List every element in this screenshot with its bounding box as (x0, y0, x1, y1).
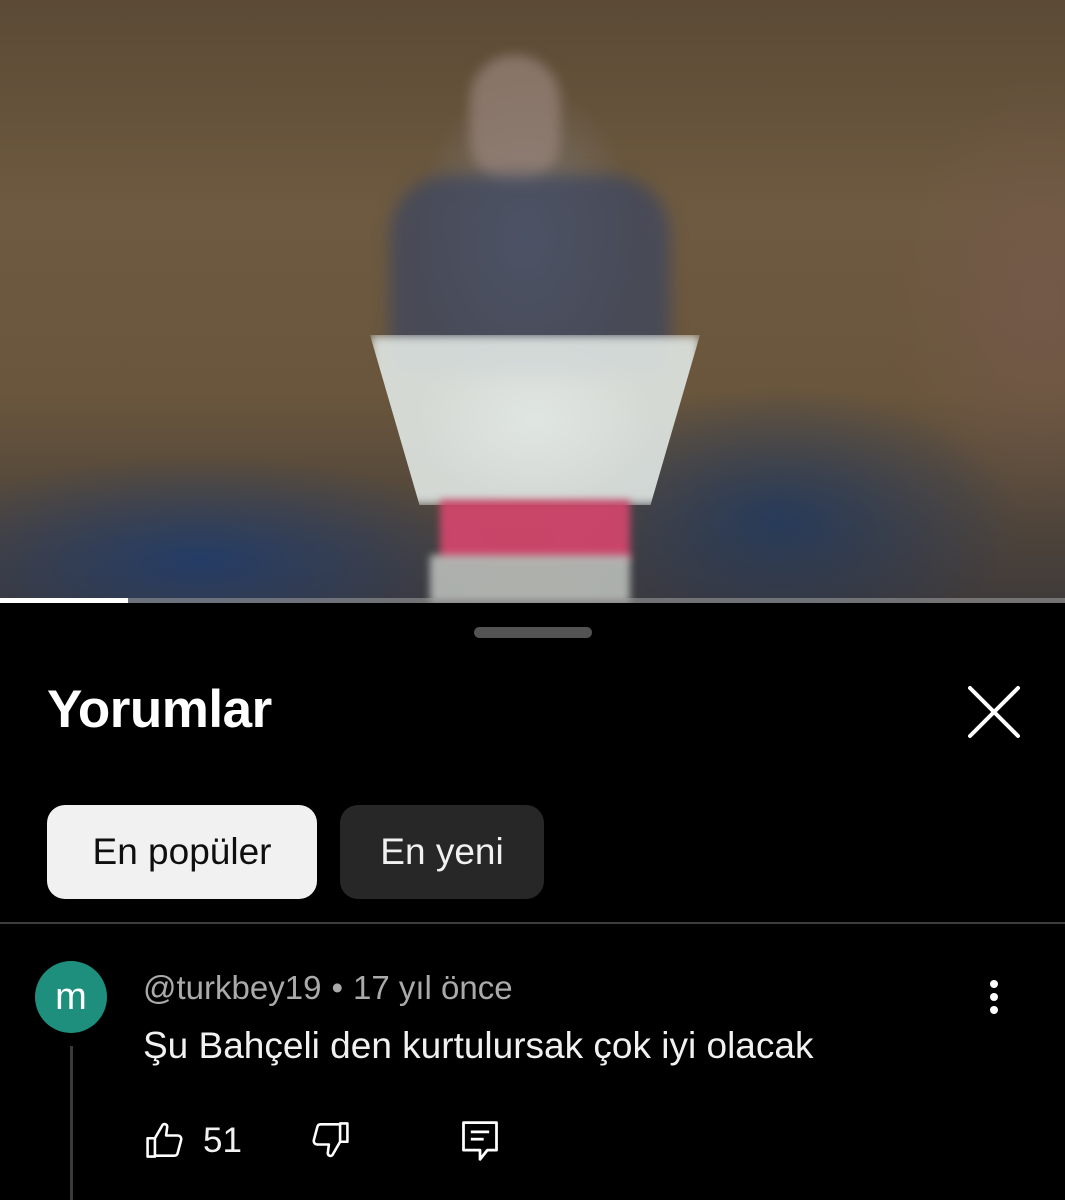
meta-separator: • (331, 969, 343, 1006)
close-button[interactable] (960, 678, 1028, 746)
more-vertical-icon (990, 980, 998, 1014)
video-progress-bar[interactable] (0, 598, 1065, 603)
like-button[interactable]: 51 (143, 1117, 243, 1165)
sheet-drag-handle[interactable] (474, 627, 592, 638)
comment-more-button[interactable] (975, 975, 1013, 1019)
close-icon (968, 686, 1020, 738)
sort-chip-newest[interactable]: En yeni (340, 805, 544, 899)
sort-chip-label: En yeni (380, 831, 504, 872)
video-frame-lectern (370, 335, 700, 505)
comment-text: Şu Bahçeli den kurtulursak çok iyi olaca… (143, 1025, 814, 1066)
comment-meta: @turkbey19 • 17 yıl önce (143, 968, 513, 1008)
section-divider (0, 922, 1065, 924)
video-frame-lectern-band (440, 500, 630, 560)
thumbs-up-icon (146, 1122, 183, 1158)
video-player[interactable] (0, 0, 1065, 603)
comment-author[interactable]: @turkbey19 (143, 969, 321, 1006)
comments-title: Yorumlar (47, 680, 272, 739)
thread-line (70, 1046, 73, 1200)
dislike-button[interactable] (308, 1117, 356, 1165)
video-frame-speaker-head (470, 55, 560, 185)
avatar-letter: m (55, 975, 87, 1018)
sort-chip-top-comments[interactable]: En popüler (47, 805, 317, 899)
sort-chip-label: En popüler (92, 831, 272, 872)
thumbs-down-icon (312, 1122, 349, 1158)
reply-comment-icon (462, 1121, 498, 1161)
video-frame-lectern-base (430, 555, 630, 603)
reply-button[interactable] (458, 1117, 502, 1165)
like-count: 51 (203, 1121, 242, 1160)
avatar[interactable]: m (35, 961, 107, 1033)
comment-time: 17 yıl önce (353, 969, 513, 1006)
video-progress-fill (0, 598, 128, 603)
